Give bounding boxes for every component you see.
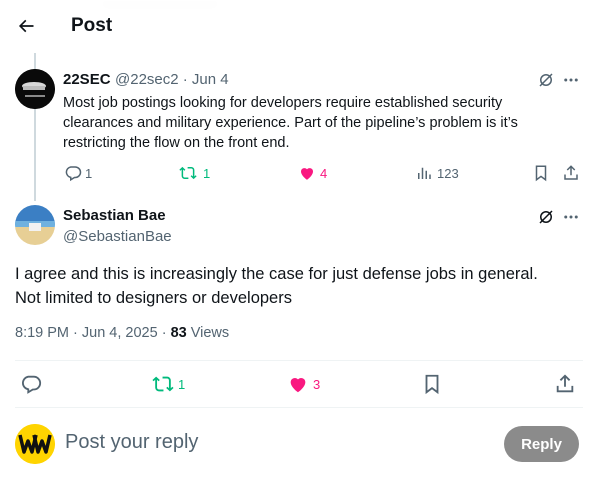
bookmark-button[interactable]	[531, 163, 551, 183]
post-text-line: Most job postings looking for developers…	[63, 95, 503, 111]
share-button[interactable]	[553, 372, 577, 396]
post-text: I agree and this is increasingly the cas…	[15, 262, 585, 310]
post-text-line: I agree and this is increasingly the cas…	[15, 265, 538, 283]
page-title: Post	[71, 15, 113, 36]
arrow-left-icon	[18, 19, 34, 33]
22sec-logo-icon	[15, 69, 55, 109]
reply-button[interactable]	[63, 163, 83, 183]
more-horizontal-icon	[564, 78, 578, 82]
analytics-icon	[418, 167, 431, 179]
author-name[interactable]: Sebastian Bae	[63, 207, 166, 224]
repost-button[interactable]	[177, 163, 199, 183]
bookmark-button[interactable]	[420, 372, 444, 396]
repost-icon	[179, 166, 197, 180]
like-count: 3	[313, 377, 321, 392]
repost-icon	[152, 376, 174, 392]
like-button[interactable]	[297, 163, 317, 183]
reply-button[interactable]	[19, 372, 43, 396]
author-handle[interactable]: @SebastianBae	[63, 228, 172, 245]
repost-count: 1	[178, 377, 186, 392]
more-options-button[interactable]	[561, 70, 581, 90]
comment-icon	[65, 166, 82, 182]
reply-count: 1	[85, 166, 93, 181]
back-button[interactable]	[12, 12, 40, 40]
repost-button[interactable]	[150, 372, 176, 396]
post-text: Most job postings looking for developers…	[63, 93, 583, 153]
more-horizontal-icon	[564, 215, 578, 219]
current-user-avatar[interactable]	[15, 424, 55, 464]
post-text-line: Not limited to designers or developers	[15, 289, 292, 307]
post-text-line: restricting the flow on the front end.	[63, 135, 290, 151]
comment-icon	[22, 375, 42, 394]
grok-button[interactable]	[536, 70, 556, 90]
reply-input[interactable]: Post your reply	[65, 431, 198, 454]
reply-button[interactable]: Reply	[504, 426, 579, 462]
views-button[interactable]	[414, 163, 434, 183]
views-label: Views	[186, 325, 230, 341]
beach-photo-avatar	[15, 205, 55, 245]
grok-button[interactable]	[536, 207, 556, 227]
avatar-sebastian-bae[interactable]	[15, 205, 55, 245]
views-count: 83	[170, 325, 187, 341]
heart-filled-icon	[290, 378, 306, 393]
like-button[interactable]	[286, 372, 310, 396]
ww-logo-icon	[15, 424, 55, 464]
like-count: 4	[320, 166, 328, 181]
timestamp[interactable]: 8:19 PM · Jun 4, 2025 ·	[15, 325, 171, 341]
repost-count: 1	[203, 166, 211, 181]
bookmark-icon	[425, 374, 439, 395]
view-count: 123	[437, 166, 459, 181]
more-options-button[interactable]	[561, 207, 581, 227]
author-handle-date[interactable]: @22sec2 · Jun 4	[115, 71, 229, 88]
share-icon	[556, 374, 574, 393]
author-name[interactable]: 22SEC	[63, 71, 111, 88]
post-text-line: clearances and military experience. Part…	[63, 115, 518, 131]
avatar-22sec[interactable]	[15, 69, 55, 109]
grok-icon	[539, 210, 553, 224]
grok-icon	[539, 73, 553, 87]
page-header: Post	[0, 0, 598, 53]
share-button[interactable]	[561, 163, 581, 183]
divider	[15, 407, 583, 408]
heart-filled-icon	[301, 168, 313, 180]
bookmark-icon	[535, 165, 547, 182]
post-timestamp-views: 8:19 PM · Jun 4, 2025 · 83 Views	[15, 325, 229, 341]
divider	[15, 360, 583, 361]
share-icon	[564, 165, 578, 180]
